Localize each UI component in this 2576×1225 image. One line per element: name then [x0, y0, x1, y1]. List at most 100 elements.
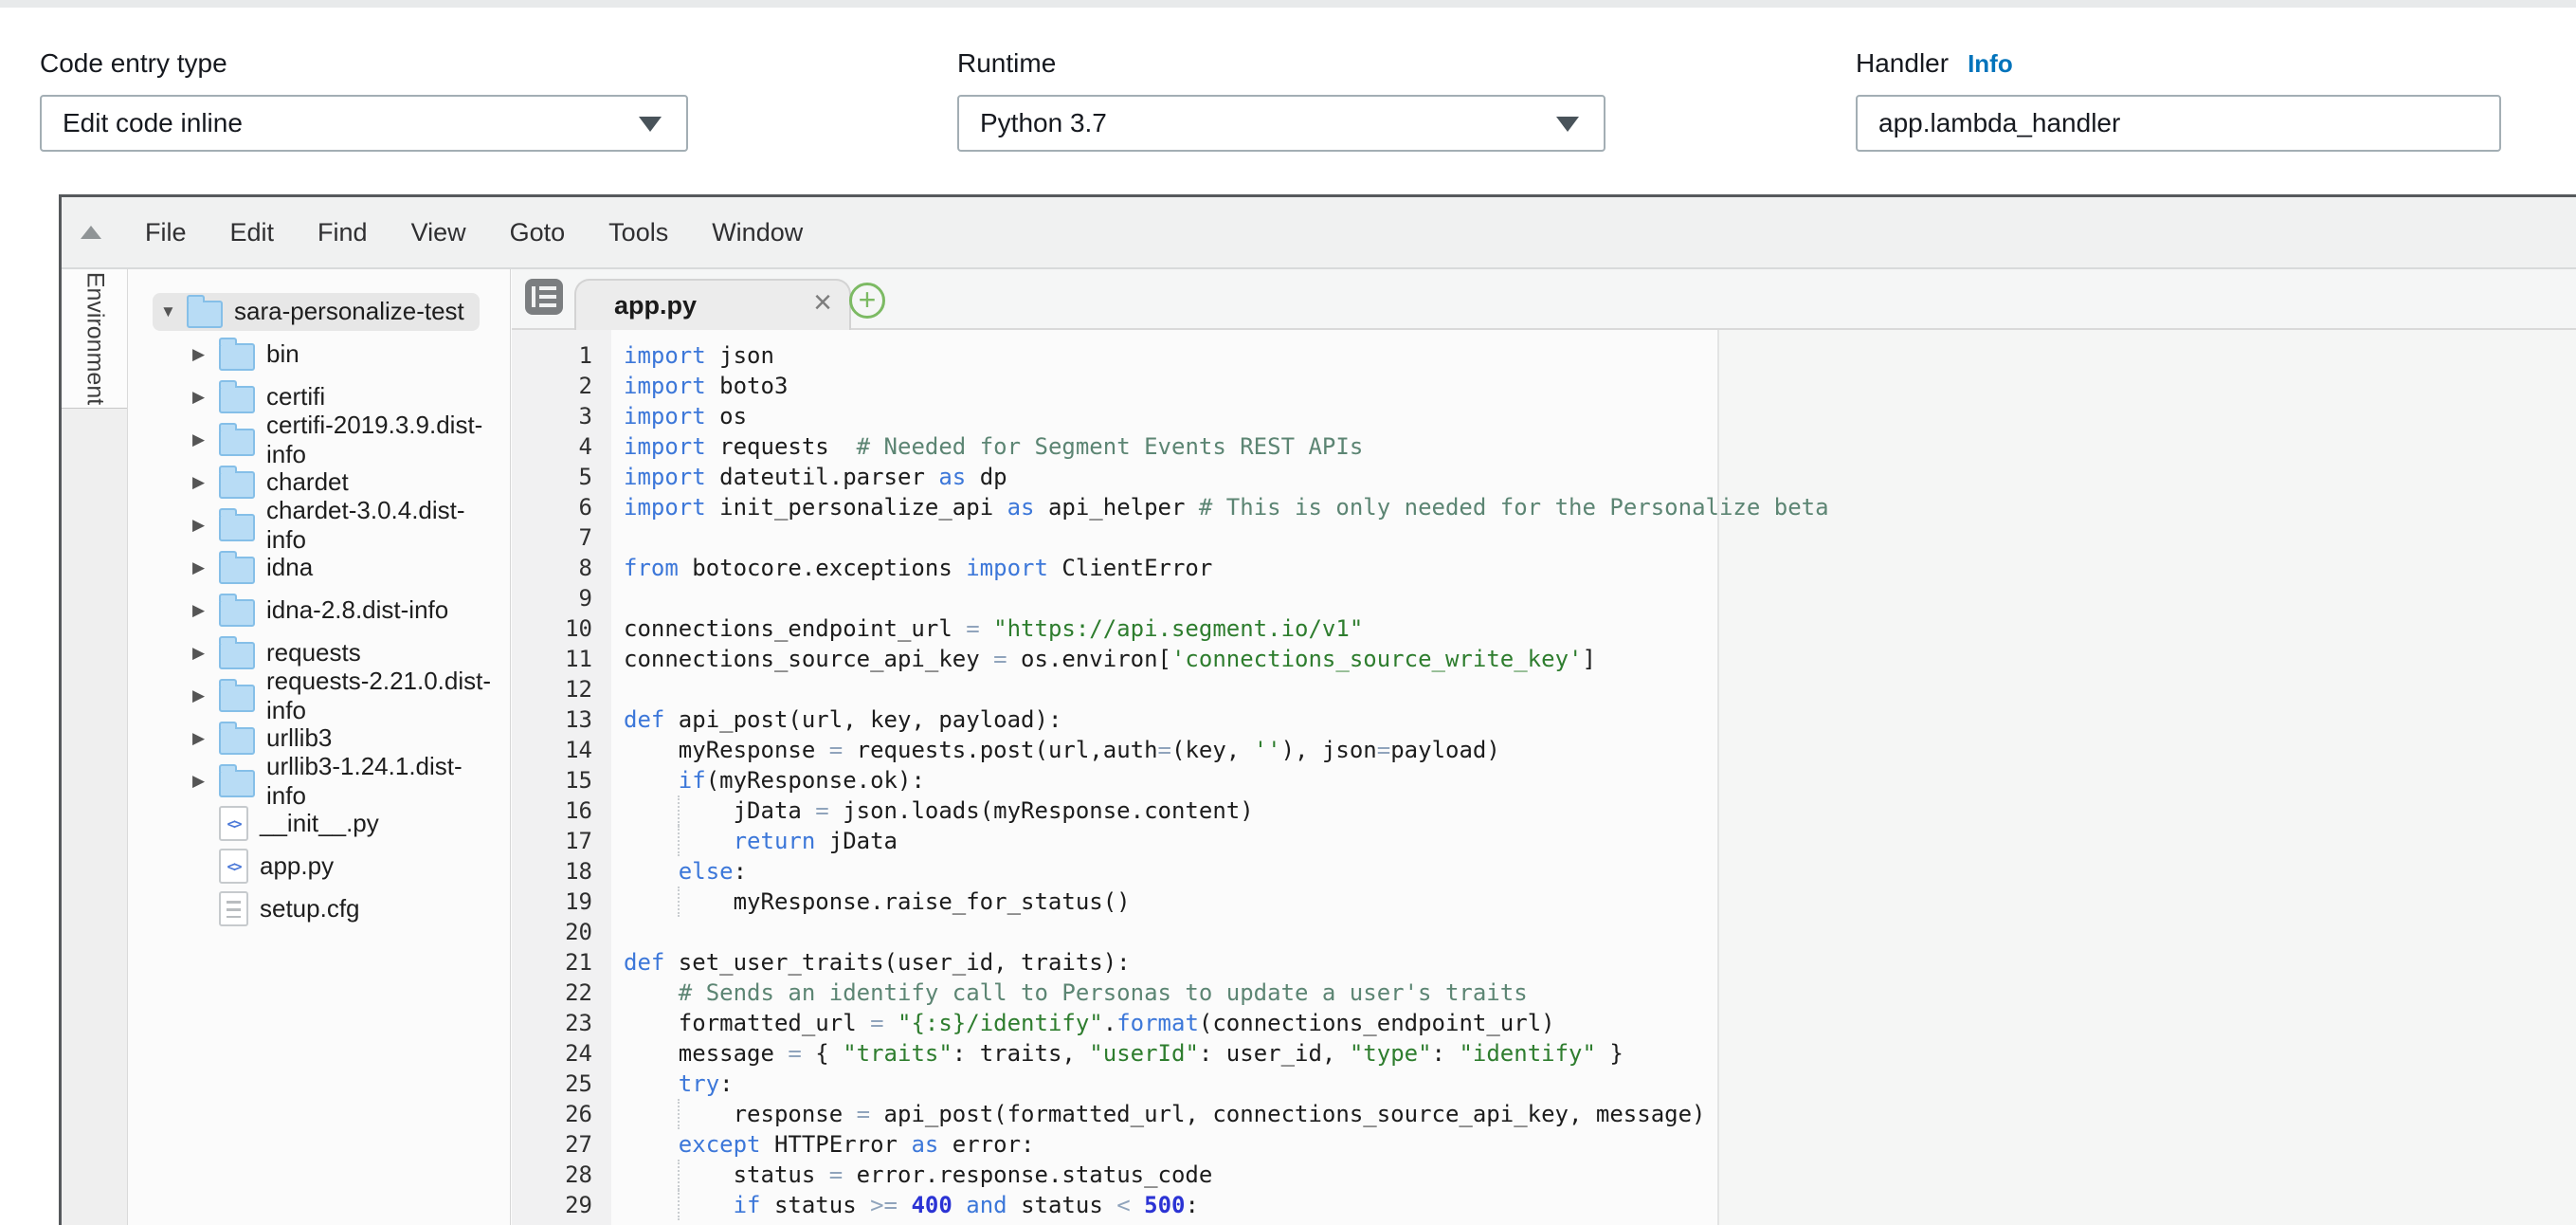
line-number: 9 — [512, 583, 611, 613]
code-line: if(myResponse.ok): — [624, 765, 2576, 795]
handler-input[interactable] — [1858, 96, 2499, 151]
indent-guide — [678, 887, 680, 917]
code-line: return jData — [624, 826, 2576, 856]
code-line: # Sends an identify call to Personas to … — [624, 978, 2576, 1008]
code-line: import json — [624, 340, 2576, 371]
tree-item-setup.cfg[interactable]: setup.cfg — [128, 887, 510, 930]
line-number: 1 — [512, 340, 611, 371]
folder-icon — [219, 557, 255, 584]
code-line: import os — [624, 401, 2576, 431]
tree-item-sara-personalize-test[interactable]: ▼sara-personalize-test — [128, 290, 510, 333]
menu-bar: File Edit Find View Goto Tools Window — [62, 197, 2576, 269]
line-number: 16 — [512, 795, 611, 826]
folder-icon — [219, 685, 255, 712]
line-number: 6 — [512, 492, 611, 522]
close-tab-icon[interactable]: × — [813, 284, 832, 321]
new-tab-button[interactable]: + — [849, 283, 885, 319]
collapsed-arrow-icon[interactable]: ▶ — [192, 644, 219, 663]
line-number: 14 — [512, 735, 611, 765]
collapsed-arrow-icon[interactable]: ▶ — [192, 772, 219, 791]
tree-item-inner: setup.cfg — [185, 890, 375, 928]
code-line: connections_endpoint_url = "https://api.… — [624, 613, 2576, 644]
code-line: else: — [624, 856, 2576, 887]
collapsed-arrow-icon[interactable]: ▶ — [192, 345, 219, 364]
menu-item-edit[interactable]: Edit — [230, 218, 275, 247]
line-number: 22 — [512, 978, 611, 1008]
collapsed-arrow-icon[interactable]: ▶ — [192, 558, 219, 577]
tree-item-app.py[interactable]: <>app.py — [128, 845, 510, 887]
menu-item-find[interactable]: Find — [317, 218, 368, 247]
line-number: 17 — [512, 826, 611, 856]
config-file-icon — [219, 891, 248, 926]
line-number: 3 — [512, 401, 611, 431]
collapsed-arrow-icon[interactable]: ▶ — [192, 473, 219, 492]
line-number: 26 — [512, 1099, 611, 1129]
line-number: 13 — [512, 704, 611, 735]
line-number: 25 — [512, 1069, 611, 1099]
code-lines: import jsonimport boto3import osimport r… — [611, 330, 2576, 1225]
tree-item-label: urllib3-1.24.1.dist-info — [266, 752, 495, 811]
tree-item-inner: ▶idna-2.8.dist-info — [185, 592, 463, 630]
menu-item-goto[interactable]: Goto — [510, 218, 566, 247]
dropdown-arrow-icon — [639, 117, 662, 132]
folder-icon — [219, 727, 255, 755]
code-area[interactable]: 1234567891011121314151617181920212223242… — [512, 330, 2576, 1225]
code-line: jData = json.loads(myResponse.content) — [624, 795, 2576, 826]
runtime-group: Runtime Python 3.7 — [957, 44, 1605, 152]
line-number: 12 — [512, 674, 611, 704]
python-file-icon: <> — [219, 806, 248, 841]
editor-pane: app.py × + 12345678910111213141516171819… — [512, 269, 2576, 1225]
code-entry-type-select[interactable]: Edit code inline — [40, 95, 688, 152]
code-line: import boto3 — [624, 371, 2576, 401]
line-number: 11 — [512, 644, 611, 674]
tree-item-label: urllib3 — [266, 723, 332, 753]
tree-item-requests-2.21.0.dist-info[interactable]: ▶requests-2.21.0.dist-info — [128, 674, 510, 717]
tab-label: app.py — [614, 291, 697, 320]
collapsed-arrow-icon[interactable]: ▶ — [192, 430, 219, 449]
tree-item-urllib3-1.24.1.dist-info[interactable]: ▶urllib3-1.24.1.dist-info — [128, 759, 510, 802]
collapse-caret-icon[interactable] — [81, 226, 101, 239]
expanded-arrow-icon[interactable]: ▼ — [160, 302, 187, 321]
environment-tab[interactable]: Environment — [62, 269, 127, 409]
folder-icon — [219, 770, 255, 797]
menu-item-window[interactable]: Window — [712, 218, 803, 247]
tab-list-icon[interactable] — [525, 279, 563, 315]
tree-item-inner: ▶bin — [185, 336, 315, 374]
collapsed-arrow-icon[interactable]: ▶ — [192, 601, 219, 620]
info-link[interactable]: Info — [1968, 49, 2013, 78]
collapsed-arrow-icon[interactable]: ▶ — [192, 516, 219, 535]
tree-item-inner: <>__init__.py — [185, 805, 394, 843]
code-line: response = api_post(formatted_url, conne… — [624, 1099, 2576, 1129]
code-line — [624, 522, 2576, 553]
menu-item-view[interactable]: View — [411, 218, 466, 247]
code-line: message = { "traits": traits, "userId": … — [624, 1038, 2576, 1069]
line-number: 19 — [512, 887, 611, 917]
code-line: import init_personalize_api as api_helpe… — [624, 492, 2576, 522]
collapsed-arrow-icon[interactable]: ▶ — [192, 686, 219, 705]
code-line: status = error.response.status_code — [624, 1160, 2576, 1190]
code-line: try: — [624, 1069, 2576, 1099]
collapsed-arrow-icon[interactable]: ▶ — [192, 388, 219, 407]
code-line: def set_user_traits(user_id, traits): — [624, 947, 2576, 978]
runtime-select[interactable]: Python 3.7 — [957, 95, 1605, 152]
tree-item-idna-2.8.dist-info[interactable]: ▶idna-2.8.dist-info — [128, 589, 510, 631]
line-number: 4 — [512, 431, 611, 462]
tree-item-bin[interactable]: ▶bin — [128, 333, 510, 375]
tab-app-py[interactable]: app.py × — [574, 279, 851, 330]
menu-item-tools[interactable]: Tools — [608, 218, 668, 247]
tree-item-certifi-2019.3.9.dist-info[interactable]: ▶certifi-2019.3.9.dist-info — [128, 418, 510, 461]
code-line: def api_post(url, key, payload): — [624, 704, 2576, 735]
line-number: 20 — [512, 917, 611, 947]
line-number: 2 — [512, 371, 611, 401]
code-editor-window: File Edit Find View Goto Tools Window Environm… — [59, 194, 2576, 1225]
menu-item-file[interactable]: File — [145, 218, 187, 247]
collapsed-arrow-icon[interactable]: ▶ — [192, 729, 219, 748]
line-number: 24 — [512, 1038, 611, 1069]
tree-item-chardet-3.0.4.dist-info[interactable]: ▶chardet-3.0.4.dist-info — [128, 503, 510, 546]
runtime-value: Python 3.7 — [959, 108, 1107, 138]
file-tree: ▼sara-personalize-test▶bin▶certifi▶certi… — [128, 269, 511, 1225]
code-entry-type-value: Edit code inline — [42, 108, 243, 138]
line-number: 15 — [512, 765, 611, 795]
code-line — [624, 674, 2576, 704]
folder-icon — [219, 599, 255, 627]
